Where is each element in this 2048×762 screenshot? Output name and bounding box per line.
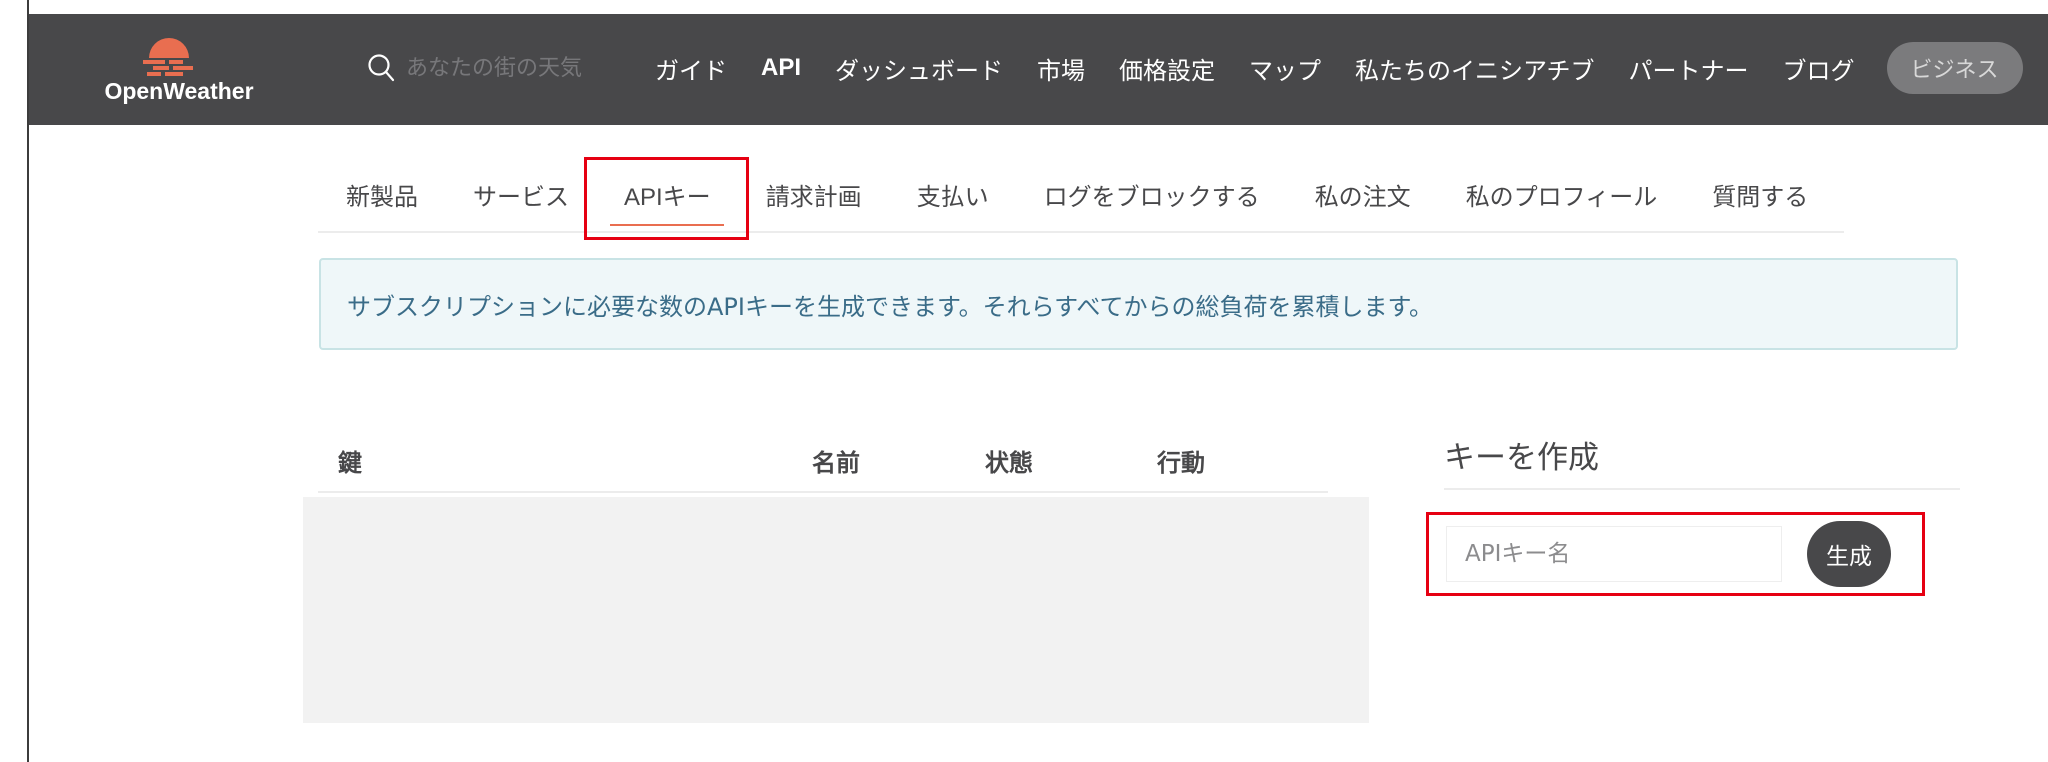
nav-partners[interactable]: パートナー (1629, 51, 1749, 86)
column-action: 行動 (1157, 449, 1205, 477)
api-keys-table-header: 鍵 名前 状態 行動 (318, 425, 1328, 493)
logo-text: OpenWeather (104, 78, 254, 104)
api-keys-tab-highlight (584, 157, 749, 240)
nav-dashboard[interactable]: ダッシュボード (835, 51, 1003, 86)
nav-market[interactable]: 市場 (1037, 51, 1085, 86)
tab-services[interactable]: サービス (445, 157, 596, 232)
tab-ask-question[interactable]: 質問する (1684, 157, 1835, 232)
api-keys-table-body (303, 497, 1369, 723)
create-key-divider (1444, 488, 1960, 490)
tab-new-products[interactable]: 新製品 (318, 157, 445, 232)
nav-map[interactable]: マップ (1249, 51, 1321, 86)
openweather-logo[interactable]: OpenWeather (99, 32, 259, 112)
tab-my-orders[interactable]: 私の注文 (1287, 157, 1438, 232)
nav-initiatives[interactable]: 私たちのイニシアチブ (1355, 51, 1595, 86)
city-search-input[interactable] (406, 55, 606, 81)
alert-text: サブスクリプションに必要な数のAPIキーを生成できます。それらすべてからの総負荷… (347, 292, 1434, 321)
logo-sun-icon (143, 38, 193, 76)
column-status: 状態 (985, 449, 1033, 477)
nav-blog[interactable]: ブログ (1783, 51, 1855, 86)
info-alert: サブスクリプションに必要な数のAPIキーを生成できます。それらすべてからの総負荷… (319, 258, 1958, 350)
tab-billing-plans[interactable]: 請求計画 (738, 157, 889, 232)
column-name: 名前 (812, 449, 860, 477)
nav-business-button[interactable]: ビジネス (1886, 42, 2023, 94)
create-key-title: キーを作成 (1444, 440, 1599, 476)
column-key: 鍵 (338, 449, 362, 477)
nav-api[interactable]: API (761, 54, 801, 82)
top-navbar: OpenWeather ガイド API ダッシュボード 市場 価格設定 マップ … (29, 14, 2048, 125)
nav-pricing[interactable]: 価格設定 (1119, 51, 1215, 86)
nav-guide[interactable]: ガイド (655, 51, 727, 86)
window-top-strip (0, 0, 2048, 14)
create-key-form-highlight (1426, 512, 1925, 596)
main-nav: ガイド API ダッシュボード 市場 価格設定 マップ 私たちのイニシアチブ パ… (655, 42, 2023, 94)
tab-block-logs[interactable]: ログをブロックする (1016, 157, 1287, 232)
tab-my-profile[interactable]: 私のプロフィール (1438, 157, 1685, 232)
account-tabs: 新製品 サービス APIキー 請求計画 支払い ログをブロックする 私の注文 私… (318, 158, 1844, 233)
search-icon[interactable] (366, 51, 396, 85)
tab-payments[interactable]: 支払い (889, 157, 1016, 232)
header-search (366, 48, 606, 88)
